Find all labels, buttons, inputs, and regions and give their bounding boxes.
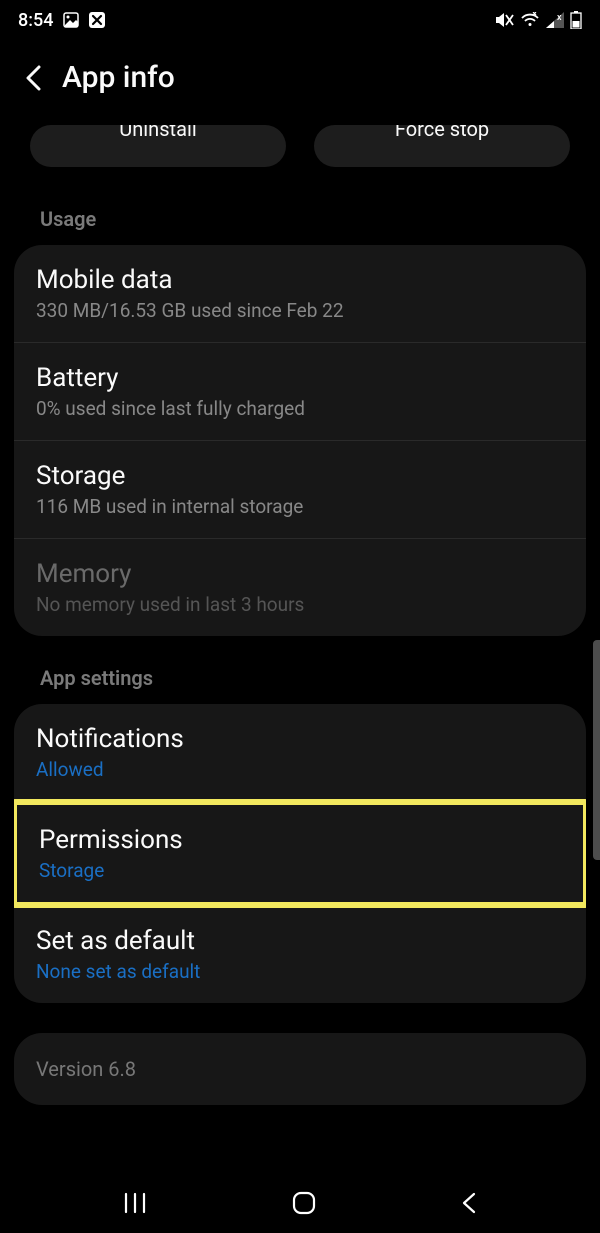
row-title: Set as default [36, 926, 564, 956]
action-row: Uninstall Force stop [0, 125, 600, 207]
row-title: Storage [36, 461, 564, 491]
force-stop-button[interactable]: Force stop [314, 125, 570, 167]
row-title: Battery [36, 363, 564, 393]
highlight-box: Permissions Storage [14, 799, 586, 908]
recents-icon[interactable] [122, 1192, 148, 1214]
battery-icon [570, 11, 582, 29]
row-title: Memory [36, 559, 564, 589]
app-settings-card: Notifications Allowed Permissions Storag… [14, 704, 586, 1003]
status-bar: 8:54 x [0, 0, 600, 40]
row-set-default[interactable]: Set as default None set as default [14, 905, 586, 1003]
scrollbar-thumb[interactable] [593, 640, 600, 860]
row-sub: 0% used since last fully charged [36, 397, 564, 420]
gallery-icon [63, 12, 79, 28]
page-title: App info [62, 60, 175, 95]
row-title: Notifications [36, 724, 564, 754]
back-icon[interactable] [24, 65, 44, 91]
signal-icon: x [546, 12, 564, 28]
navigation-bar [0, 1173, 600, 1233]
row-version[interactable]: Version 6.8 [14, 1033, 586, 1105]
section-label-usage: Usage [0, 207, 600, 245]
row-permissions[interactable]: Permissions Storage [17, 805, 583, 902]
row-sub: No memory used in last 3 hours [36, 593, 564, 616]
row-title: Permissions [39, 825, 561, 855]
row-sub: 116 MB used in internal storage [36, 495, 564, 518]
row-memory[interactable]: Memory No memory used in last 3 hours [14, 539, 586, 636]
status-time: 8:54 [18, 10, 53, 31]
uninstall-button[interactable]: Uninstall [30, 125, 286, 167]
wifi-icon [520, 12, 540, 28]
back-nav-icon[interactable] [460, 1191, 478, 1215]
svg-text:x: x [557, 13, 562, 23]
home-icon[interactable] [291, 1190, 317, 1216]
version-text: Version 6.8 [36, 1057, 564, 1081]
section-label-app-settings: App settings [0, 666, 600, 704]
row-notifications[interactable]: Notifications Allowed [14, 704, 586, 802]
row-storage[interactable]: Storage 116 MB used in internal storage [14, 441, 586, 539]
usage-card: Mobile data 330 MB/16.53 GB used since F… [14, 245, 586, 636]
mute-icon [494, 11, 514, 29]
app-header: App info [0, 40, 600, 125]
row-title: Mobile data [36, 265, 564, 295]
row-sub: Allowed [36, 758, 564, 781]
row-sub: 330 MB/16.53 GB used since Feb 22 [36, 299, 564, 322]
row-sub: Storage [39, 859, 561, 882]
row-battery[interactable]: Battery 0% used since last fully charged [14, 343, 586, 441]
row-sub: None set as default [36, 960, 564, 983]
version-card: Version 6.8 [14, 1033, 586, 1105]
row-mobile-data[interactable]: Mobile data 330 MB/16.53 GB used since F… [14, 245, 586, 343]
close-badge-icon [89, 12, 105, 28]
